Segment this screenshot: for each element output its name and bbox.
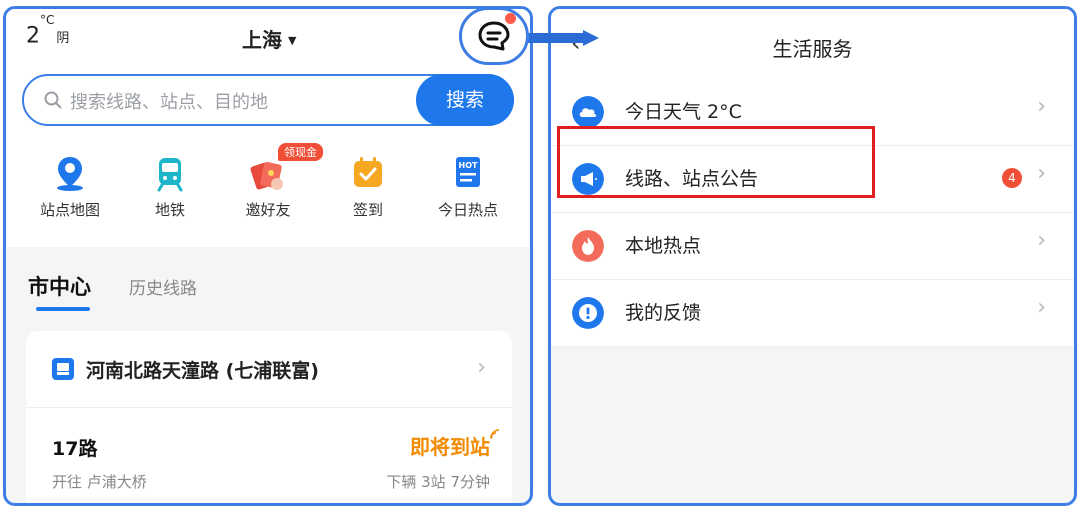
quick-item-label: 今日热点 xyxy=(437,201,498,219)
bus-stop-icon xyxy=(52,358,74,380)
search-button[interactable]: 搜索 xyxy=(416,74,514,126)
checkin-calendar-icon xyxy=(354,157,382,187)
tab-indicator xyxy=(36,307,90,311)
list-item-label: 我的反馈 xyxy=(625,302,702,324)
quick-item-checkin[interactable]: 签到 xyxy=(320,153,416,220)
list-item-local-hot[interactable]: 本地热点 › xyxy=(551,213,1074,280)
hot-news-icon: HOT xyxy=(456,157,480,187)
quick-item-metro[interactable]: 地铁 xyxy=(122,153,218,220)
chevron-right-icon: › xyxy=(477,355,486,380)
stop-card: 河南北路天潼路 (七浦联富) › 17路 即将到站 开往 卢浦大桥 下辆 3站 … xyxy=(26,331,512,503)
home-screen: 2°C阴 上海 ▼ 搜索线路、站点、目的地 搜索 站点地图 地铁 领现金 邀好友… xyxy=(3,6,533,506)
feedback-icon xyxy=(572,297,604,329)
arrival-status: 即将到站 xyxy=(410,435,490,459)
pointer-arrow-icon xyxy=(527,30,599,46)
caret-down-icon: ▼ xyxy=(288,34,297,47)
chevron-right-icon: › xyxy=(1037,295,1046,320)
hot-icon-text: HOT xyxy=(459,161,478,170)
quick-item-label: 地铁 xyxy=(154,201,185,219)
quick-actions: 站点地图 地铁 领现金 邀好友 签到 HOT 今日热点 xyxy=(6,139,530,247)
weather-widget[interactable]: 2°C阴 xyxy=(26,13,70,49)
signal-icon xyxy=(490,429,500,439)
page-header: ‹ 生活服务 xyxy=(551,9,1074,79)
list-item-feedback[interactable]: 我的反馈 › xyxy=(551,280,1074,347)
route-direction: 开往 卢浦大桥 xyxy=(52,473,147,491)
life-services-screen: ‹ 生活服务 今日天气 2°C › 线路、站点公告 4 › xyxy=(548,6,1077,506)
city-name: 上海 xyxy=(242,28,282,52)
quick-item-hot[interactable]: HOT 今日热点 xyxy=(420,153,516,220)
tab-city-center[interactable]: 市中心 xyxy=(28,271,91,301)
flame-icon xyxy=(572,230,604,262)
route-name: 17路 xyxy=(52,438,98,460)
chevron-right-icon: › xyxy=(1037,94,1046,119)
weather-condition: 阴 xyxy=(56,31,70,47)
map-pin-icon xyxy=(57,157,83,191)
quick-item-invite[interactable]: 领现金 邀好友 xyxy=(220,143,323,220)
search-icon xyxy=(44,91,62,109)
notification-badge: 4 xyxy=(1002,168,1022,188)
temperature-unit: °C xyxy=(40,13,55,27)
search-section: 搜索线路、站点、目的地 搜索 xyxy=(6,69,530,139)
search-placeholder: 搜索线路、站点、目的地 xyxy=(70,92,268,113)
chat-bubble-button[interactable] xyxy=(459,7,529,65)
next-bus-eta: 下辆 3站 7分钟 xyxy=(386,473,490,491)
service-list: 今日天气 2°C › 线路、站点公告 4 › 本地热点 › 我的反馈 › xyxy=(551,79,1074,347)
search-input[interactable]: 搜索线路、站点、目的地 搜索 xyxy=(22,74,514,126)
temperature: 2 xyxy=(26,23,40,49)
tab-history-routes[interactable]: 历史线路 xyxy=(129,274,197,299)
highlight-box xyxy=(557,126,875,198)
chat-icon xyxy=(478,21,510,51)
tab-bar: 市中心 历史线路 xyxy=(6,247,530,327)
quick-item-station-map[interactable]: 站点地图 xyxy=(22,153,118,220)
city-selector[interactable]: 上海 ▼ xyxy=(242,24,296,53)
list-item-label: 本地热点 xyxy=(625,235,702,257)
page-title: 生活服务 xyxy=(772,37,853,61)
stop-name: 河南北路天潼路 (七浦联富) xyxy=(86,360,319,382)
chevron-right-icon: › xyxy=(1037,161,1046,186)
promo-badge: 领现金 xyxy=(278,143,323,161)
list-item-label: 今日天气 2°C xyxy=(625,101,742,123)
notification-dot xyxy=(505,13,516,24)
cloud-icon xyxy=(572,96,604,128)
chevron-right-icon: › xyxy=(1037,228,1046,253)
quick-item-label: 签到 xyxy=(352,201,383,219)
metro-icon xyxy=(157,158,183,192)
top-bar: 2°C阴 上海 ▼ xyxy=(6,9,530,69)
quick-item-label: 邀好友 xyxy=(245,201,291,219)
quick-item-label: 站点地图 xyxy=(39,201,100,219)
stop-header[interactable]: 河南北路天潼路 (七浦联富) › xyxy=(26,331,512,408)
